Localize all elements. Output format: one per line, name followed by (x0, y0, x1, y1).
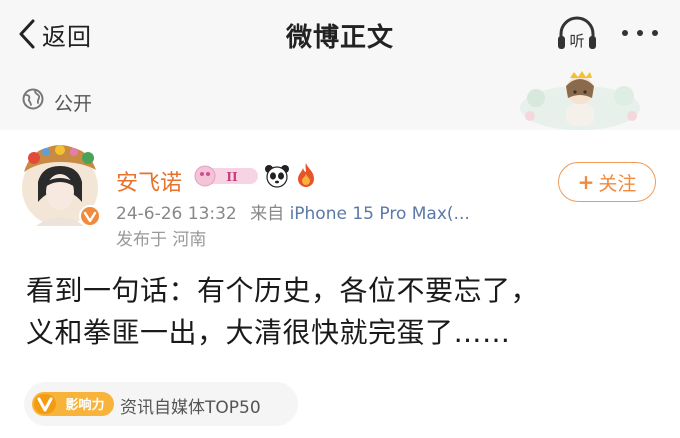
more-dot (637, 30, 643, 36)
post-timestamp: 24-6-26 13:32 (116, 204, 237, 224)
listen-button[interactable]: 听 (556, 14, 598, 54)
influence-badge-icon: 影响力 (32, 392, 114, 416)
more-dot (652, 30, 658, 36)
post-text-line: 看到一句话：有个历史，各位不要忘了， (26, 274, 540, 307)
author-name[interactable]: 安飞诺 (116, 165, 182, 197)
level-badge-text: II (226, 170, 238, 184)
post-meta: 24-6-26 13:32 来自 iPhone 15 Pro Max(... (116, 199, 470, 224)
listen-label: 听 (569, 32, 584, 50)
post-text-line: 义和拳匪一出，大清很快就完蛋了…… (26, 316, 511, 349)
follow-label: 关注 (598, 172, 637, 195)
influence-label: 资讯自媒体TOP50 (120, 398, 261, 418)
influence-badge-text: 影响力 (65, 397, 104, 413)
post-location: 发布于 河南 (116, 230, 207, 250)
more-dot (622, 30, 628, 36)
visibility-label: 公开 (54, 93, 93, 115)
more-button[interactable] (618, 18, 662, 48)
post-body: 看到一句话：有个历史，各位不要忘了， 义和拳匪一出，大清很快就完蛋了…… (26, 270, 666, 354)
globe-icon (22, 88, 44, 110)
panda-icon (265, 165, 289, 188)
level-badge: II (194, 165, 258, 187)
chevron-left-icon (19, 19, 35, 49)
headphones-icon: 听 (558, 16, 596, 50)
back-label: 返回 (42, 22, 92, 51)
author-avatar[interactable] (12, 138, 108, 234)
post-source-label: 来自 (250, 204, 285, 224)
card-decoration-image (520, 71, 640, 130)
follow-button[interactable]: + 关注 (558, 162, 656, 202)
post-device[interactable]: iPhone 15 Pro Max(... (290, 204, 470, 224)
plus-icon: + (577, 170, 595, 194)
back-button[interactable]: 返回 (18, 14, 92, 54)
fire-icon (298, 163, 314, 187)
influence-tag[interactable]: 影响力 资讯自媒体TOP50 (24, 382, 298, 426)
